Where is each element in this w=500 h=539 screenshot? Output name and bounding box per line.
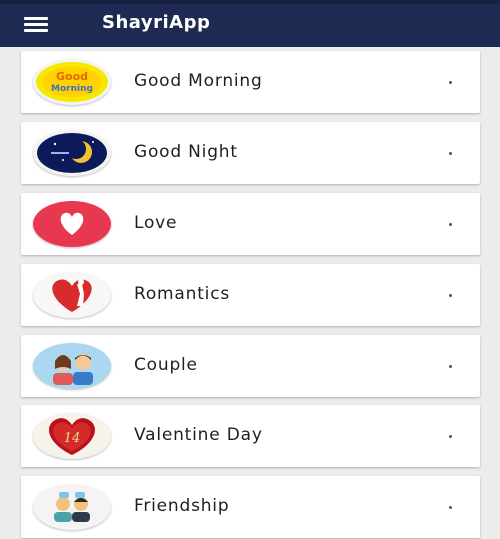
romantic-heart-icon — [33, 272, 111, 318]
hamburger-icon-line — [24, 29, 48, 32]
more-dot-icon[interactable] — [449, 152, 452, 155]
more-dot-icon[interactable] — [449, 435, 452, 438]
moon-night-icon — [33, 130, 111, 176]
category-label: Good Night — [134, 142, 238, 162]
status-bar — [0, 0, 500, 4]
category-label: Romantics — [134, 284, 230, 304]
app-title: ShayriApp — [102, 12, 211, 33]
svg-text:Morning: Morning — [51, 84, 93, 94]
more-dot-icon[interactable] — [449, 81, 452, 84]
app-bar: ShayriApp — [0, 0, 500, 47]
category-label: Valentine Day — [134, 425, 263, 445]
good-morning-sun-icon: Good Morning — [33, 59, 111, 105]
hamburger-icon-line — [24, 17, 48, 20]
category-card-good-night[interactable]: Good Night — [21, 122, 480, 184]
category-label: Friendship — [134, 496, 230, 516]
more-dot-icon[interactable] — [449, 365, 452, 368]
friends-icon — [33, 484, 111, 530]
svg-text:14: 14 — [64, 431, 81, 446]
category-card-couple[interactable]: Couple — [21, 335, 480, 397]
category-card-good-morning[interactable]: Good Morning Good Morning — [21, 51, 480, 113]
category-label: Couple — [134, 355, 198, 375]
couple-avatar-icon — [33, 343, 111, 389]
category-card-love[interactable]: Love — [21, 193, 480, 255]
category-label: Good Morning — [134, 71, 263, 91]
category-card-friendship[interactable]: Friendship — [21, 476, 480, 538]
more-dot-icon[interactable] — [449, 294, 452, 297]
category-label: Love — [134, 213, 178, 233]
hamburger-icon-line — [24, 23, 48, 26]
valentine-heart-icon: 14 — [33, 413, 111, 459]
more-dot-icon[interactable] — [449, 506, 452, 509]
heart-icon — [33, 201, 111, 247]
svg-text:Good: Good — [56, 70, 88, 83]
menu-button[interactable] — [22, 15, 52, 35]
more-dot-icon[interactable] — [449, 223, 452, 226]
category-card-romantics[interactable]: Romantics — [21, 264, 480, 326]
category-card-valentine-day[interactable]: 14 Valentine Day — [21, 405, 480, 467]
